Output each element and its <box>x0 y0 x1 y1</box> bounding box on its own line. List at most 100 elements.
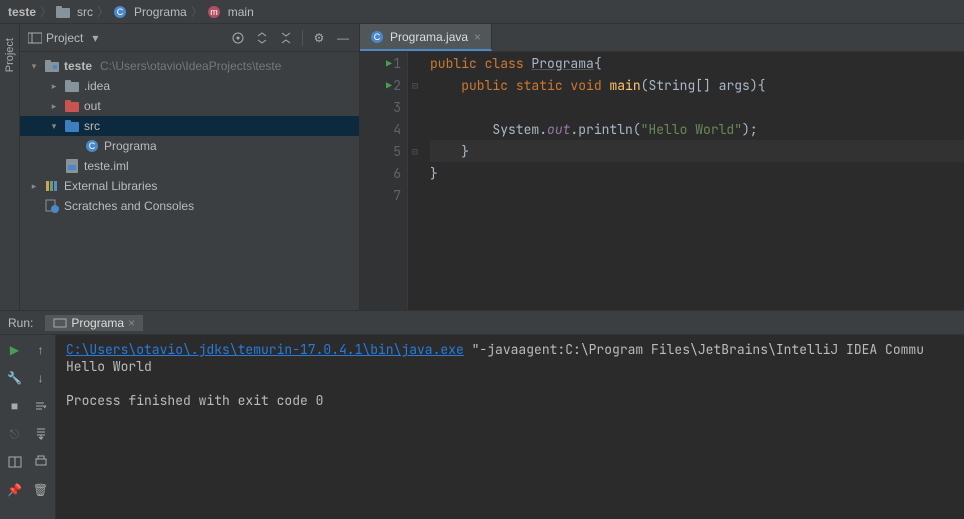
trash-icon[interactable]: 🗑 <box>30 479 52 501</box>
code-content[interactable]: public class Programa{ public static voi… <box>422 52 964 310</box>
line-number: 5 <box>393 143 401 160</box>
down-button[interactable]: ↓ <box>30 367 52 389</box>
console-output[interactable]: C:\Users\otavio\.jdks\temurin-17.0.4.1\b… <box>56 335 964 519</box>
tree-item-label: src <box>84 119 100 133</box>
tree-root[interactable]: ▾ teste C:\Users\otavio\IdeaProjects\tes… <box>20 56 359 76</box>
code-token: } <box>430 165 438 182</box>
crumb-root[interactable]: teste <box>8 5 36 19</box>
run-config-tab[interactable]: Programa × <box>45 315 143 331</box>
fold-icon[interactable]: ⊟ <box>408 140 422 162</box>
svg-text:m: m <box>210 7 218 17</box>
line-number: 2 <box>393 77 401 94</box>
svg-text:C: C <box>374 32 381 42</box>
chevron-right-icon[interactable]: ▸ <box>28 181 40 192</box>
code-token: static <box>508 77 563 94</box>
wrench-icon[interactable]: 🔧 <box>4 367 26 389</box>
run-body: ▶ ↑ 🔧 ↓ ■ ⎋ 📌 🗑 C:\ <box>0 335 964 519</box>
project-panel: Project ▾ ⚙ — ▾ teste C:\Users\otavio\Id… <box>20 24 360 310</box>
java-exe-link[interactable]: C:\Users\otavio\.jdks\temurin-17.0.4.1\b… <box>66 341 464 358</box>
locate-icon[interactable] <box>230 30 246 46</box>
tree-item-src[interactable]: ▾ src <box>20 116 359 136</box>
excluded-folder-icon <box>64 100 80 112</box>
tree-item-iml[interactable]: teste.iml <box>20 156 359 176</box>
run-config-name: Programa <box>71 316 124 330</box>
chevron-right-icon[interactable]: ▸ <box>48 101 60 112</box>
code-token: out <box>547 121 570 138</box>
tree-root-label: teste <box>64 59 92 73</box>
line-number: 7 <box>393 187 401 204</box>
run-panel-header: Run: Programa × <box>0 311 964 335</box>
hide-panel-icon[interactable]: — <box>335 30 351 46</box>
crumb-class[interactable]: Programa <box>134 5 187 19</box>
project-view-icon <box>28 32 42 44</box>
method-icon: m <box>207 5 221 19</box>
project-panel-title[interactable]: Project <box>46 31 83 45</box>
separator <box>302 30 303 46</box>
fold-icon[interactable]: ⊟ <box>408 74 422 96</box>
code-token: System. <box>430 121 547 138</box>
run-gutter-icon[interactable]: ▶ <box>386 57 392 70</box>
line-number: 6 <box>393 165 401 182</box>
tree-item-label: teste.iml <box>84 159 129 173</box>
editor-tabs-bar: C Programa.java × <box>360 24 964 52</box>
folder-icon <box>56 6 70 18</box>
tree-item-label: External Libraries <box>64 179 157 193</box>
class-icon: C <box>113 5 127 19</box>
code-token: { <box>594 55 602 72</box>
crumb-src[interactable]: src <box>77 5 93 19</box>
chevron-right-icon[interactable]: ▸ <box>48 81 60 92</box>
close-icon[interactable]: × <box>128 316 135 330</box>
close-tab-icon[interactable]: × <box>474 30 481 44</box>
tree-item-out[interactable]: ▸ out <box>20 96 359 116</box>
layout-icon[interactable] <box>4 451 26 473</box>
tree-item-label: .idea <box>84 79 110 93</box>
main-row: Project Project ▾ ⚙ — ▾ teste <box>0 24 964 311</box>
svg-text:C: C <box>89 141 96 151</box>
chevron-down-icon[interactable]: ▾ <box>48 121 60 132</box>
stop-button[interactable]: ■ <box>4 395 26 417</box>
console-text: Hello World <box>66 358 152 375</box>
crumb-sep: 〉 <box>97 3 109 20</box>
rerun-button[interactable]: ▶ <box>4 339 26 361</box>
line-number: 1 <box>393 55 401 72</box>
editor-body[interactable]: ▶1 ▶2 3 4 5 6 7 ⊟ ⊟ public class Program… <box>360 52 964 310</box>
code-token: void <box>563 77 610 94</box>
code-token: } <box>430 143 469 160</box>
tree-item-programa[interactable]: C Programa <box>20 136 359 156</box>
collapse-all-icon[interactable] <box>278 30 294 46</box>
tab-label: Programa.java <box>390 30 468 44</box>
chevron-down-icon[interactable]: ▾ <box>28 61 40 72</box>
crumb-method[interactable]: main <box>228 5 254 19</box>
print-icon[interactable] <box>30 451 52 473</box>
run-panel: Run: Programa × ▶ ↑ 🔧 ↓ ■ ⎋ <box>0 311 964 519</box>
code-token: main <box>609 77 640 94</box>
code-token: ); <box>742 121 758 138</box>
project-tree: ▾ teste C:\Users\otavio\IdeaProjects\tes… <box>20 52 359 310</box>
project-tool-tab[interactable]: Project <box>2 34 18 76</box>
scratches-icon <box>44 199 60 213</box>
expand-all-icon[interactable] <box>254 30 270 46</box>
scroll-to-end-icon[interactable] <box>30 423 52 445</box>
gear-icon[interactable]: ⚙ <box>311 30 327 46</box>
tree-item-label: Programa <box>104 139 157 153</box>
breadcrumbs-bar: teste 〉 src 〉 C Programa 〉 m main <box>0 0 964 24</box>
module-icon <box>44 60 60 72</box>
soft-wrap-icon[interactable] <box>30 395 52 417</box>
tree-item-label: Scratches and Consoles <box>64 199 194 213</box>
line-number: 3 <box>393 99 401 116</box>
run-config-icon <box>53 317 67 329</box>
left-tool-stripe: Project <box>0 24 20 310</box>
code-token: (String[] args) <box>641 77 758 94</box>
view-mode-dropdown[interactable]: ▾ <box>87 30 103 46</box>
code-token: "Hello World" <box>641 121 742 138</box>
tree-root-path: C:\Users\otavio\IdeaProjects\teste <box>100 59 281 73</box>
exit-icon[interactable]: ⎋ <box>4 423 26 445</box>
tree-item-scratches[interactable]: Scratches and Consoles <box>20 196 359 216</box>
tree-item-idea[interactable]: ▸ .idea <box>20 76 359 96</box>
tab-programa[interactable]: C Programa.java × <box>360 24 492 51</box>
pin-icon[interactable]: 📌 <box>4 479 26 501</box>
up-button[interactable]: ↑ <box>30 339 52 361</box>
tree-item-ext-libs[interactable]: ▸ External Libraries <box>20 176 359 196</box>
tree-item-label: out <box>84 99 101 113</box>
run-gutter-icon[interactable]: ▶ <box>386 79 392 92</box>
